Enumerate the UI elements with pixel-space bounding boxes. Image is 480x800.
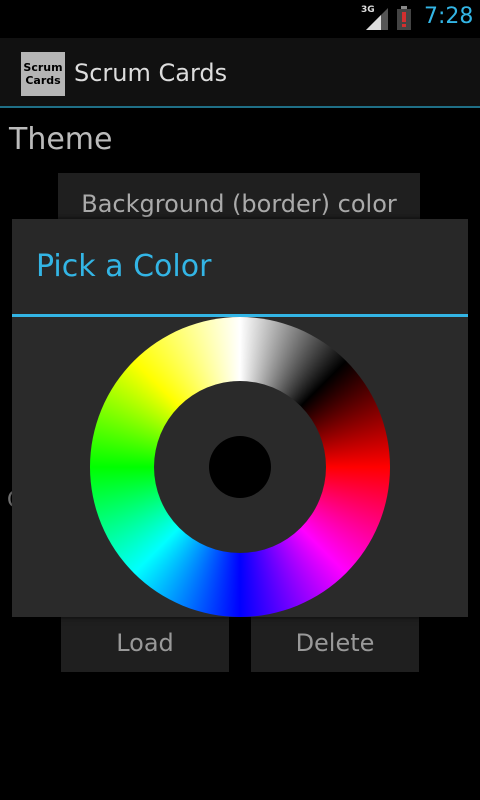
load-button[interactable]: Load <box>61 614 229 672</box>
dialog-header: Pick a Color <box>12 219 468 315</box>
action-bar-divider <box>0 106 480 108</box>
status-bar: 3G 7:28 <box>0 0 480 38</box>
dialog-title: Pick a Color <box>36 249 212 284</box>
color-wheel[interactable] <box>90 317 390 617</box>
app-icon[interactable]: Scrum Cards <box>21 52 65 96</box>
delete-button[interactable]: Delete <box>251 614 419 672</box>
theme-heading: Theme <box>9 122 113 157</box>
signal-icon <box>366 8 388 30</box>
battery-alert-icon <box>397 6 411 30</box>
app-title: Scrum Cards <box>74 59 228 87</box>
app-icon-text: Scrum Cards <box>23 61 63 87</box>
selected-color-preview[interactable] <box>209 436 271 498</box>
color-picker-dialog: Pick a Color <box>12 219 468 617</box>
status-time: 7:28 <box>424 4 474 29</box>
action-bar <box>0 38 480 108</box>
